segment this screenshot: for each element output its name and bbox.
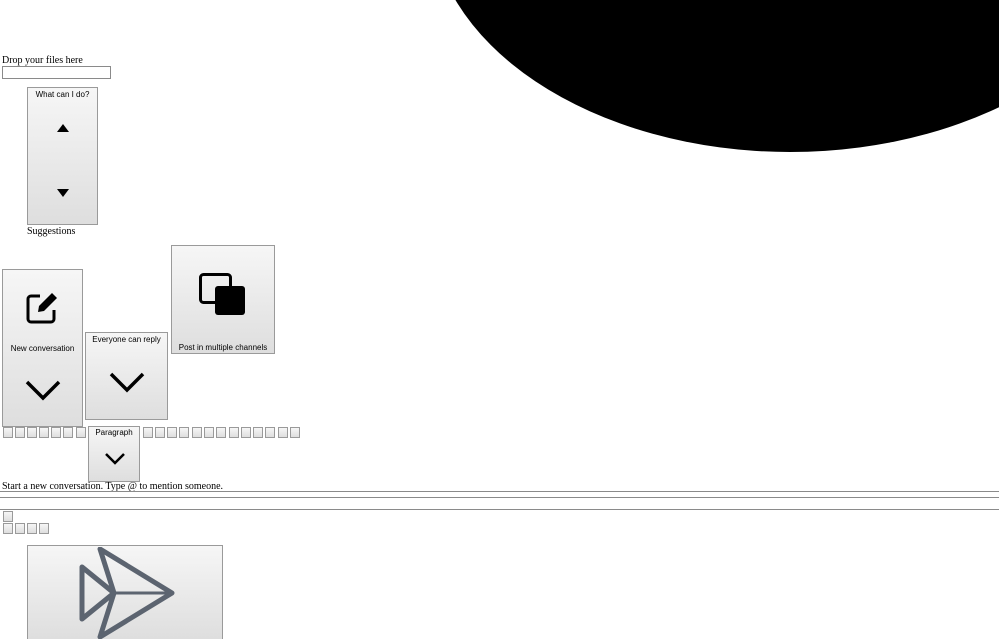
decorative-blob	[430, 0, 999, 152]
format-button[interactable]	[241, 427, 251, 438]
format-button[interactable]	[179, 427, 189, 438]
arrow-up-icon	[57, 124, 69, 132]
format-button[interactable]	[216, 427, 226, 438]
format-button[interactable]	[253, 427, 263, 438]
page: Drop your files here What can I do? Sugg…	[0, 0, 999, 639]
post-multiple-channels-button[interactable]: Post in multiple channels	[171, 245, 275, 354]
gif-button[interactable]	[15, 523, 25, 534]
more-options-button[interactable]	[39, 523, 49, 534]
chevron-down-icon	[25, 380, 61, 401]
paragraph-style-dropdown[interactable]: Paragraph	[88, 426, 140, 482]
format-button[interactable]	[3, 427, 13, 438]
file-drop-input[interactable]	[2, 66, 111, 79]
copy-icon	[199, 273, 245, 315]
format-button[interactable]	[143, 427, 153, 438]
format-button[interactable]	[204, 427, 214, 438]
suggestions-caption: Suggestions	[27, 226, 76, 237]
new-conversation-label: New conversation	[10, 344, 75, 353]
format-button[interactable]	[15, 427, 25, 438]
format-button[interactable]	[167, 427, 177, 438]
format-button[interactable]	[39, 427, 49, 438]
format-button[interactable]	[278, 427, 288, 438]
editor-divider	[0, 491, 999, 492]
format-button[interactable]	[265, 427, 275, 438]
format-button[interactable]	[290, 427, 300, 438]
format-button[interactable]	[27, 427, 37, 438]
new-conversation-button[interactable]: New conversation	[2, 269, 83, 427]
compose-icon	[26, 293, 57, 324]
post-multiple-label: Post in multiple channels	[178, 343, 268, 352]
chevron-down-icon	[105, 453, 125, 465]
suggestions-button[interactable]: What can I do?	[27, 87, 98, 225]
send-icon	[79, 547, 175, 639]
format-button[interactable]	[76, 427, 86, 438]
reply-setting-dropdown[interactable]: Everyone can reply	[85, 332, 168, 420]
message-editor[interactable]	[0, 498, 999, 509]
attach-button[interactable]	[3, 511, 13, 522]
format-button[interactable]	[192, 427, 202, 438]
editor-divider	[0, 509, 999, 510]
format-button[interactable]	[155, 427, 165, 438]
format-button[interactable]	[229, 427, 239, 438]
suggestions-header: What can I do?	[35, 90, 90, 99]
emoji-button[interactable]	[3, 523, 13, 534]
paragraph-label: Paragraph	[95, 428, 133, 437]
send-button[interactable]	[27, 545, 223, 639]
format-button[interactable]	[63, 427, 73, 438]
chevron-down-icon	[109, 372, 145, 393]
format-button[interactable]	[51, 427, 61, 438]
arrow-down-icon	[57, 189, 69, 197]
sticker-button[interactable]	[27, 523, 37, 534]
reply-setting-label: Everyone can reply	[92, 335, 161, 344]
